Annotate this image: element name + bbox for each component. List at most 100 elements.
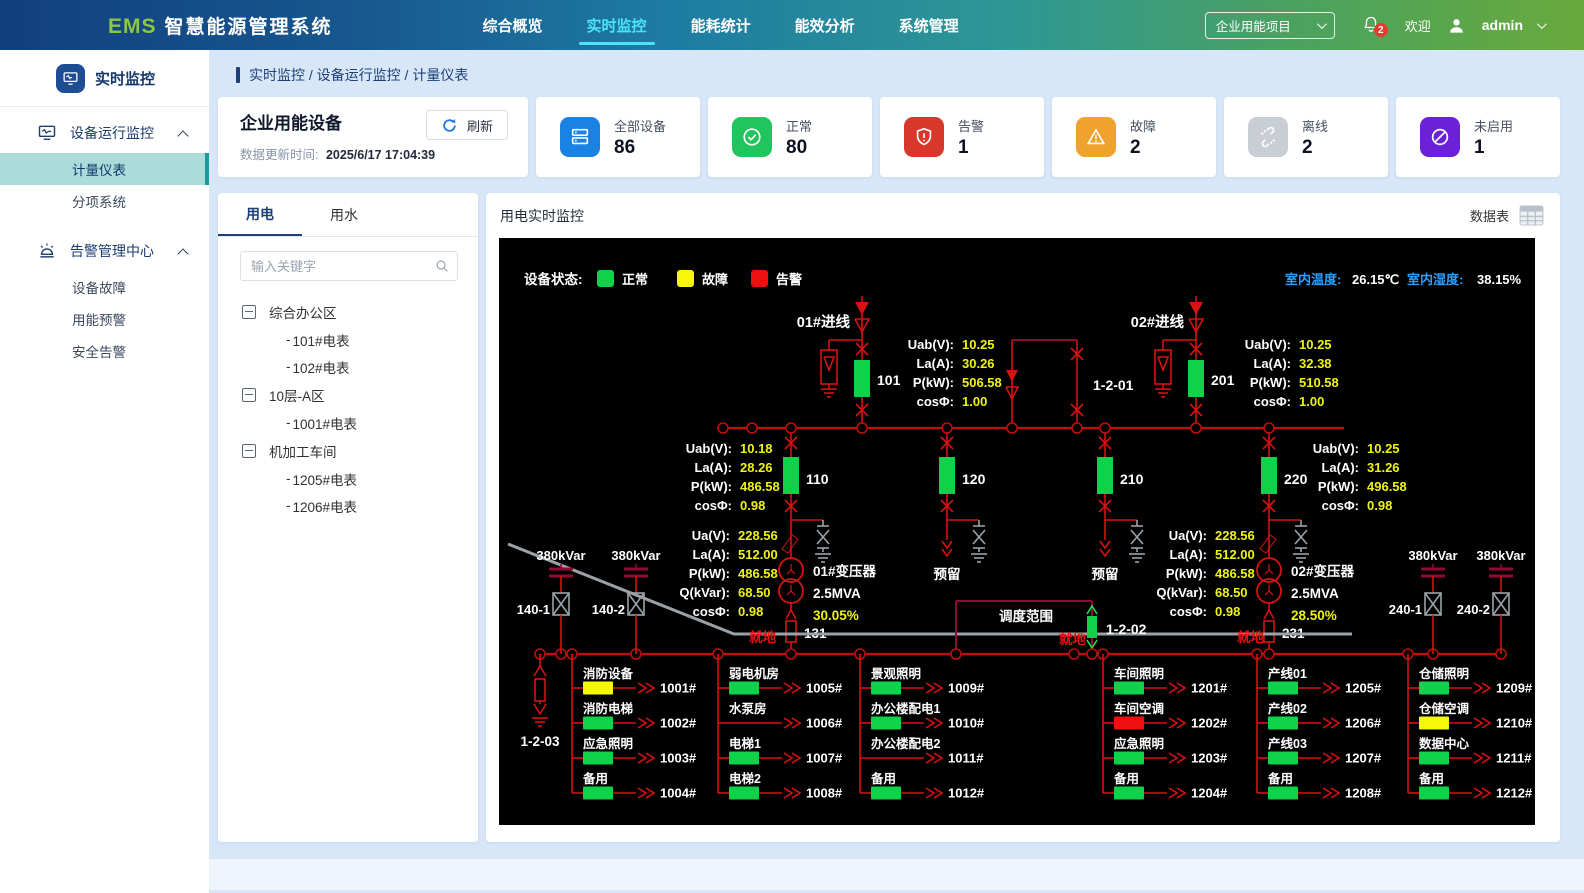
incoming-breaker-id: 101 bbox=[877, 372, 901, 388]
sidebar-item-subitem-system[interactable]: 分项系统 bbox=[0, 185, 209, 217]
sidebar-group-label: 设备运行监控 bbox=[70, 123, 154, 143]
lv-feeder-name: 弱电机房 bbox=[729, 666, 779, 681]
lv-feeder-id: 1004# bbox=[660, 786, 697, 801]
f220-meas-value: 10.25 bbox=[1367, 441, 1400, 456]
hv-feeder-id: 210 bbox=[1120, 471, 1144, 487]
lv-feeder-name: 应急照明 bbox=[583, 736, 633, 751]
f110-meas-value: 10.18 bbox=[740, 441, 773, 456]
arrow-down bbox=[1189, 302, 1203, 315]
lv-feeder-name: 备用 bbox=[1418, 771, 1444, 786]
hv-feeder-breaker bbox=[1097, 457, 1113, 494]
sld-symbol bbox=[942, 549, 952, 556]
tree-leaf-meter[interactable]: 101#电表 bbox=[242, 326, 478, 353]
welcome-label: 欢迎 bbox=[1405, 16, 1431, 35]
sld-symbol bbox=[534, 666, 546, 676]
lv-feeder-id: 1002# bbox=[660, 716, 697, 731]
tree-node-machining-shop[interactable]: 机加工车间 bbox=[242, 436, 478, 465]
nav-efficiency-analysis[interactable]: 能效分析 bbox=[795, 0, 855, 50]
lv-feeder-breaker bbox=[583, 752, 613, 765]
tx2-meas-label: Q(kVar): bbox=[1156, 585, 1207, 600]
nav-realtime-monitor[interactable]: 实时监控 bbox=[587, 0, 647, 50]
lv-feeder-id: 1203# bbox=[1191, 751, 1228, 766]
tx1-meas-value: 0.98 bbox=[738, 604, 763, 619]
project-select[interactable]: 企业用能项目 bbox=[1205, 12, 1335, 39]
collapse-icon[interactable] bbox=[242, 444, 256, 458]
collapse-icon[interactable] bbox=[242, 388, 256, 402]
tree-leaf-meter[interactable]: 1206#电表 bbox=[242, 492, 478, 519]
lv-feeder-id: 1209# bbox=[1496, 681, 1533, 696]
tree-leaf-meter[interactable]: 1205#电表 bbox=[242, 465, 478, 492]
sld-line bbox=[1269, 570, 1273, 574]
in2-meas-label: cosΦ: bbox=[1254, 394, 1291, 409]
lv-feeder-id: 1006# bbox=[806, 716, 843, 731]
incoming-name: 01#进线 bbox=[797, 313, 851, 331]
in2-meas-value: 10.25 bbox=[1299, 337, 1332, 352]
notification-bell[interactable]: 2 bbox=[1361, 15, 1381, 35]
footer-strip bbox=[209, 859, 1584, 890]
legend-swatch bbox=[751, 270, 768, 287]
tree-node-office-area[interactable]: 综合办公区 bbox=[242, 297, 478, 326]
nav-system-manage[interactable]: 系统管理 bbox=[899, 0, 959, 50]
tx2-meas-label: La(A): bbox=[1169, 547, 1207, 562]
collapse-icon[interactable] bbox=[242, 305, 256, 319]
f220-meas-value: 496.58 bbox=[1367, 479, 1407, 494]
tree-node-floor10-a[interactable]: 10层-A区 bbox=[242, 380, 478, 409]
lv-feeder-id: 1204# bbox=[1191, 786, 1228, 801]
sld-symbol bbox=[1100, 549, 1110, 556]
tab-water[interactable]: 用水 bbox=[302, 193, 386, 236]
sld-symbol bbox=[1323, 718, 1331, 728]
sld-symbol bbox=[1169, 683, 1177, 693]
app-title: 智慧能源管理系统 bbox=[165, 12, 333, 39]
data-table-button[interactable]: 数据表 bbox=[1470, 205, 1544, 226]
lv-feeder-breaker bbox=[1114, 787, 1144, 800]
chevron-up-icon bbox=[177, 248, 188, 259]
refresh-button[interactable]: 刷新 bbox=[426, 110, 508, 140]
sld-line bbox=[787, 591, 791, 595]
tx1-meas-label: cosΦ: bbox=[693, 604, 730, 619]
hv-feeder-id: 220 bbox=[1284, 471, 1308, 487]
sld-symbol bbox=[1169, 718, 1177, 728]
sidebar-item-device-fault[interactable]: 设备故障 bbox=[0, 271, 209, 303]
lv-outlet-fuse bbox=[786, 621, 796, 642]
bell-badge: 2 bbox=[1374, 23, 1388, 37]
search-input[interactable] bbox=[240, 251, 458, 281]
sidebar-group-device-monitor[interactable]: 设备运行监控 bbox=[0, 113, 209, 153]
search-icon bbox=[434, 258, 450, 274]
tree-leaf-meter[interactable]: 1001#电表 bbox=[242, 409, 478, 436]
local-label: 就地 bbox=[1237, 629, 1265, 645]
env-temp-value: 26.15℃ bbox=[1352, 272, 1399, 287]
device-tree: 综合办公区 101#电表 102#电表 10层-A区 1001#电表 机加工车间… bbox=[242, 297, 478, 519]
legend-swatch bbox=[597, 270, 614, 287]
tree-leaf-meter[interactable]: 102#电表 bbox=[242, 353, 478, 380]
lv-feeder-name: 消防电梯 bbox=[583, 701, 634, 716]
lv-feeder-name: 备用 bbox=[1267, 771, 1293, 786]
lv-feeder-name: 办公楼配电1 bbox=[871, 701, 941, 716]
topbar-right: 企业用能项目 2 欢迎 admin bbox=[1205, 12, 1544, 39]
nav-energy-stats[interactable]: 能耗统计 bbox=[691, 0, 751, 50]
hv-feeder-id: 110 bbox=[806, 471, 829, 487]
chevron-up-icon bbox=[177, 130, 188, 141]
lv-feeder-name: 产线03 bbox=[1268, 736, 1307, 751]
lv-feeder-id: 1201# bbox=[1191, 681, 1228, 696]
capacitor-id: 240-2 bbox=[1457, 602, 1490, 617]
tree-node-label: 机加工车间 bbox=[269, 441, 337, 461]
lv-feeder-breaker bbox=[729, 787, 759, 800]
stat-value: 1 bbox=[1474, 137, 1513, 159]
lv-feeder-breaker bbox=[583, 682, 613, 695]
f110-meas-label: P(kW): bbox=[691, 479, 732, 494]
tx2-meas-value: 0.98 bbox=[1215, 604, 1240, 619]
tx1-meas-label: P(kW): bbox=[689, 566, 730, 581]
tx2-meas-label: P(kW): bbox=[1166, 566, 1207, 581]
user-chevron-down-icon[interactable] bbox=[1537, 19, 1547, 29]
sidebar-item-safety-alarm[interactable]: 安全告警 bbox=[0, 335, 209, 367]
sidebar-group-alarm-center[interactable]: 告警管理中心 bbox=[0, 231, 209, 271]
lv-feeder-breaker bbox=[1419, 682, 1449, 695]
lv-feeder-breaker bbox=[1268, 787, 1298, 800]
sidebar-item-metering[interactable]: 计量仪表 bbox=[0, 153, 209, 185]
sidebar-item-energy-warning[interactable]: 用能预警 bbox=[0, 303, 209, 335]
nav-overview[interactable]: 综合概览 bbox=[483, 0, 543, 50]
sld-symbol bbox=[1323, 683, 1331, 693]
username[interactable]: admin bbox=[1482, 17, 1523, 33]
update-time-row: 数据更新时间: 2025/6/17 17:04:39 bbox=[240, 144, 510, 163]
tab-electricity[interactable]: 用电 bbox=[218, 193, 302, 236]
